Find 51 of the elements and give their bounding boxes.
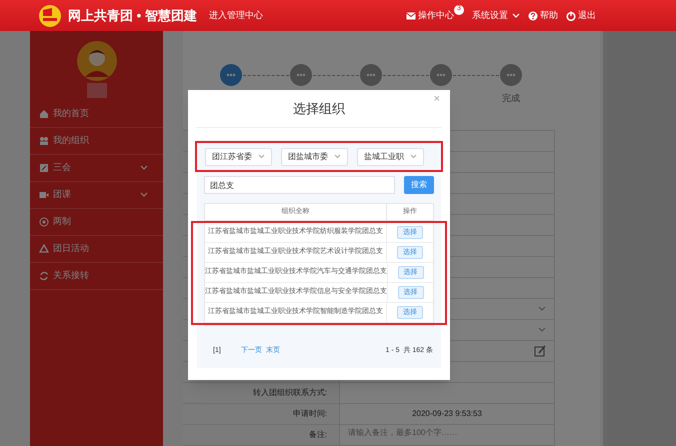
form-value: 2020-09-23 9:53:53 bbox=[412, 408, 482, 420]
form-label: 备注: bbox=[308, 429, 327, 441]
dots-icon bbox=[506, 73, 516, 77]
chevron-down-icon bbox=[410, 154, 417, 159]
dropdown[interactable]: 团江苏省委 bbox=[205, 148, 272, 166]
site-title: 网上共青团 • 智慧团建 bbox=[68, 6, 197, 25]
admin-center-link[interactable]: 进入管理中心 bbox=[208, 8, 263, 22]
power-icon bbox=[566, 10, 576, 20]
edit-icon bbox=[39, 163, 49, 173]
chevron-down-icon bbox=[334, 154, 341, 159]
form-label: 申请时间: bbox=[292, 408, 327, 420]
sidebar-item[interactable]: 团课 bbox=[30, 182, 163, 209]
people-icon bbox=[39, 136, 49, 146]
sidebar-item[interactable]: 关系接转 bbox=[30, 263, 163, 290]
envelope-icon bbox=[406, 10, 416, 20]
sidebar-item[interactable]: 我的组织 bbox=[30, 128, 163, 155]
logout-menu-button[interactable]: 退出 bbox=[566, 8, 596, 22]
blurred-name bbox=[86, 83, 106, 98]
edit-icon bbox=[534, 345, 546, 357]
settings-menu-button[interactable]: 系统设置 bbox=[472, 8, 520, 22]
search-field[interactable]: 团总支 bbox=[204, 176, 395, 194]
avatar-icon bbox=[76, 41, 116, 81]
chevron-down-icon bbox=[538, 327, 546, 333]
form-label: 转入团组织联系方式: bbox=[252, 387, 327, 399]
help-menu-button[interactable]: 帮助 bbox=[528, 8, 558, 22]
video-icon bbox=[39, 190, 49, 200]
dots-icon bbox=[366, 73, 376, 77]
recycle-icon bbox=[39, 244, 49, 254]
dialog-title: 选择组织 bbox=[293, 100, 345, 118]
help-icon bbox=[528, 10, 538, 20]
dots-icon bbox=[296, 73, 306, 77]
refresh-icon bbox=[39, 271, 49, 281]
mail-menu-button[interactable]: 操作中心 bbox=[406, 8, 454, 22]
remark-field[interactable]: 请输入备注，最多100个字…… bbox=[348, 425, 546, 445]
chevron-down-icon bbox=[538, 306, 546, 312]
dropdown[interactable]: 团盐城市委 bbox=[281, 148, 348, 166]
sidebar-item[interactable]: 团日活动 bbox=[30, 236, 163, 263]
chevron-down-icon bbox=[512, 12, 520, 18]
search-button[interactable]: 搜索 bbox=[404, 176, 434, 194]
sidebar-item[interactable]: 三会 bbox=[30, 155, 163, 182]
emblem-logo bbox=[38, 4, 62, 28]
sidebar-item[interactable]: 我的首页 bbox=[30, 101, 163, 128]
close-button[interactable]: × bbox=[434, 94, 440, 105]
dots-icon bbox=[226, 73, 236, 77]
chevron-down-icon bbox=[258, 154, 265, 159]
house-icon bbox=[39, 109, 49, 119]
target-icon bbox=[39, 217, 49, 227]
dots-icon bbox=[436, 73, 446, 77]
dropdown[interactable]: 盐城工业职 bbox=[357, 148, 424, 166]
step-label: 完成 bbox=[502, 92, 520, 105]
sidebar-item[interactable]: 两制 bbox=[30, 209, 163, 236]
